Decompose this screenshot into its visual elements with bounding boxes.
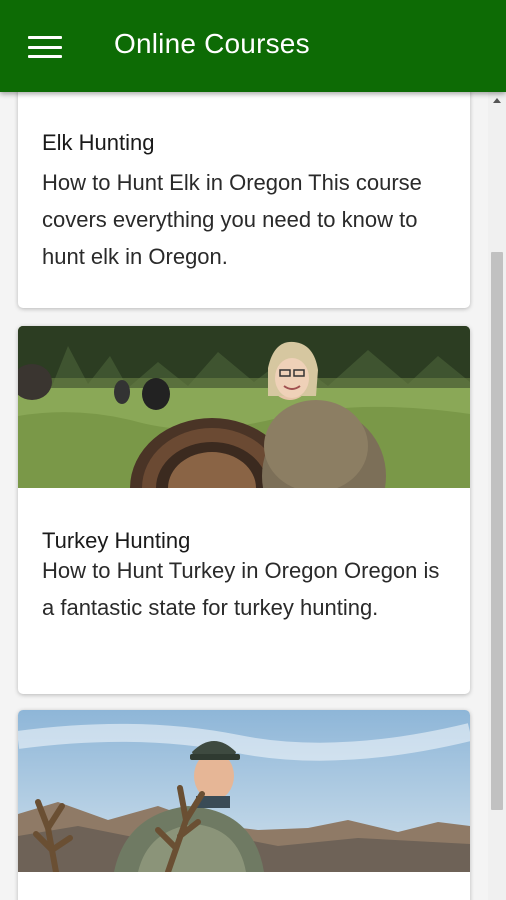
course-image <box>18 326 470 488</box>
course-description: How to Hunt Elk in Oregon This course co… <box>42 170 422 269</box>
course-title: Elk Hunting <box>42 130 155 155</box>
course-image <box>18 710 470 872</box>
course-card-elk-image[interactable] <box>18 710 470 900</box>
scrollbar[interactable] <box>488 92 506 900</box>
course-title: Turkey Hunting <box>42 528 191 553</box>
scroll-up-arrow-icon[interactable] <box>493 98 501 103</box>
app-bar: Online Courses <box>0 0 506 92</box>
course-list[interactable]: Elk Hunting How to Hunt Elk in Oregon Th… <box>0 92 488 900</box>
app-title: Online Courses <box>114 28 310 59</box>
course-card-turkey[interactable]: Turkey Hunting How to Hunt Turkey in Ore… <box>18 326 470 694</box>
course-card-elk[interactable]: Elk Hunting How to Hunt Elk in Oregon Th… <box>18 92 470 308</box>
scrollbar-thumb[interactable] <box>491 252 503 810</box>
course-description: How to Hunt Turkey in Oregon Oregon is a… <box>42 558 440 620</box>
hamburger-menu-icon[interactable] <box>24 30 66 64</box>
